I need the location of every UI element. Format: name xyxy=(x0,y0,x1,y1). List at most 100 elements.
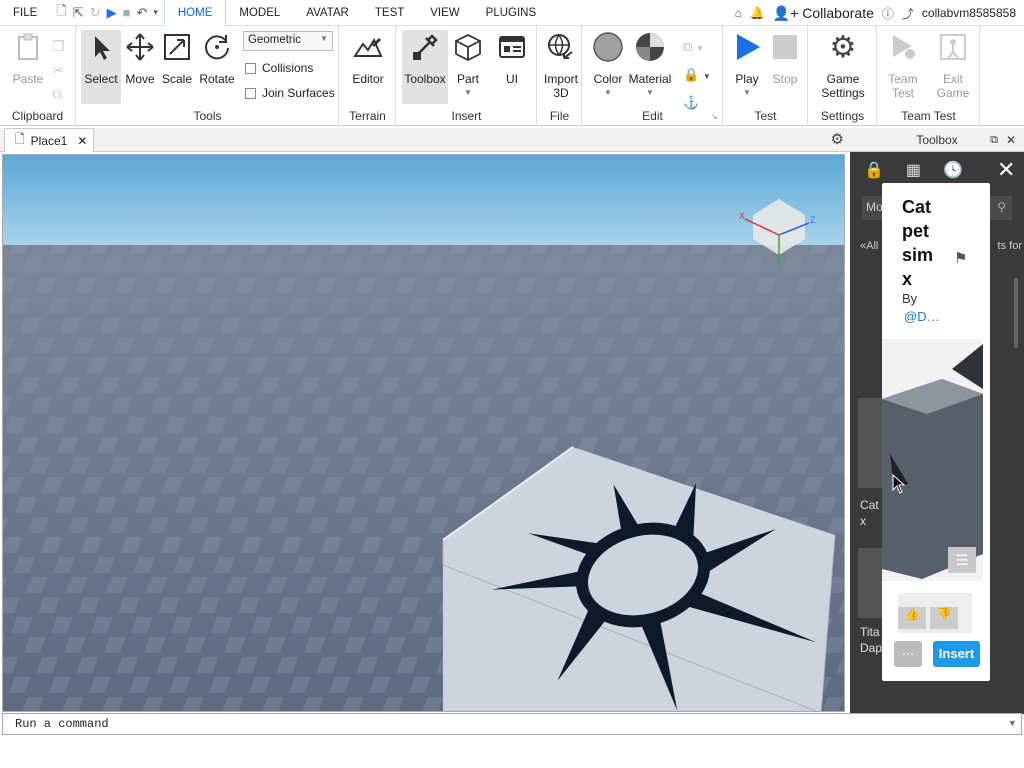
pop-out-icon[interactable]: ⧉ xyxy=(990,128,998,152)
search-icon[interactable]: ⚲ xyxy=(997,200,1006,214)
3d-viewport[interactable]: X Z xyxy=(2,154,845,712)
more-options-icon[interactable]: ⋯ xyxy=(894,641,922,667)
cut-icon[interactable]: ✂ xyxy=(52,58,65,82)
stop-quick-icon[interactable]: ■ xyxy=(123,5,131,20)
paste-button[interactable]: Paste xyxy=(5,30,51,86)
rotate-label: Rotate xyxy=(199,72,235,86)
cat-model-image xyxy=(882,339,983,581)
report-flag-icon[interactable]: ⚑ xyxy=(954,249,967,267)
new-file-icon[interactable]: 🗋 xyxy=(56,2,66,24)
tab-test[interactable]: TEST xyxy=(362,0,417,26)
part-cube-icon xyxy=(445,30,491,64)
share-icon[interactable]: ⤴ xyxy=(902,5,914,22)
customize-icon[interactable]: ▾ xyxy=(153,7,158,18)
asset-title-line: Cat xyxy=(902,197,932,217)
play-quick-icon[interactable]: ▶ xyxy=(107,5,117,21)
tab-view[interactable]: VIEW xyxy=(417,0,472,26)
material-button[interactable]: Material ▼ xyxy=(627,30,673,97)
back-link[interactable]: «All xyxy=(860,240,878,252)
scrollbar[interactable] xyxy=(1014,278,1018,348)
document-tab-bar: 🗋 Place1 ✕ ⚙ xyxy=(0,128,850,152)
lock-icon[interactable]: 🔒 ▼ xyxy=(683,62,711,90)
quick-access-toolbar: 🗋 ⇱ ↻ ▶ ■ ↶ ▾ xyxy=(50,2,164,24)
command-bar-input[interactable]: Run a command ▼ xyxy=(2,713,1022,735)
chevron-down-icon[interactable]: ▼ xyxy=(724,88,770,97)
stop-icon xyxy=(762,30,808,64)
join-surfaces-checkbox[interactable] xyxy=(245,87,256,99)
tab-home[interactable]: HOME xyxy=(163,0,227,26)
asset-title: Cat pet sim x xyxy=(902,195,933,291)
chevron-down-icon: ▼ xyxy=(320,34,328,43)
group-icon[interactable]: ⧉ ▼ xyxy=(683,34,711,62)
insert-button[interactable]: Insert xyxy=(933,641,980,667)
tab-model[interactable]: MODEL xyxy=(226,0,293,26)
viewport-settings-icon[interactable]: ⚙ xyxy=(831,130,844,148)
ribbon-expand-icon[interactable]: ↘ xyxy=(711,112,718,121)
asset-thumbnail: ☰ xyxy=(882,339,983,581)
search-value: Mo xyxy=(866,200,883,214)
transform-mode-dropdown[interactable]: Geometric ▼ xyxy=(243,31,333,51)
inventory-icon[interactable]: 🔒 xyxy=(864,160,884,180)
author-link[interactable]: @D… xyxy=(904,309,940,324)
publish-icon[interactable]: ⇱ xyxy=(73,5,84,21)
toolbox-label: Toolbox xyxy=(404,72,446,86)
collaborate-icon: 👤+ xyxy=(772,4,803,21)
import-3d-button[interactable]: Import 3D xyxy=(538,30,584,100)
recent-clock-icon[interactable]: 🕓 xyxy=(943,160,963,180)
part-label: Part xyxy=(456,72,479,86)
team-test-button[interactable]: Team Test xyxy=(880,30,926,100)
tab-avatar[interactable]: AVATAR xyxy=(293,0,362,26)
game-settings-button[interactable]: ⚙ Game Settings xyxy=(820,30,866,101)
terrain-group: Editor Terrain xyxy=(340,26,396,126)
color-button[interactable]: Color ▼ xyxy=(585,30,631,97)
username[interactable]: collabvm8585858 xyxy=(922,6,1016,20)
tab-place1[interactable]: 🗋 Place1 ✕ xyxy=(4,128,94,152)
select-tool[interactable]: Select xyxy=(81,30,121,104)
dismiss-preview-icon[interactable]: ✕ xyxy=(997,157,1015,183)
exit-game-label-1: Exit xyxy=(942,72,963,86)
collisions-toggle[interactable]: Collisions xyxy=(245,61,313,75)
chevron-down-icon[interactable]: ▼ xyxy=(445,88,491,97)
ui-button[interactable]: UI xyxy=(489,30,535,86)
insert-group-label: Insert xyxy=(451,109,482,123)
join-surfaces-toggle[interactable]: Join Surfaces xyxy=(245,86,335,100)
tab-plugins[interactable]: PLUGINS xyxy=(473,0,550,26)
redo-icon[interactable]: ↻ xyxy=(90,5,101,21)
chevron-down-icon[interactable]: ▼ xyxy=(1010,714,1015,734)
exit-game-button[interactable]: Exit Game xyxy=(930,30,976,100)
svg-text:Z: Z xyxy=(810,215,816,225)
tab-place1-label: Place1 xyxy=(30,133,68,148)
home-icon[interactable]: ⌂ xyxy=(735,6,742,20)
duplicate-icon[interactable]: ⧉ xyxy=(52,82,65,106)
collisions-checkbox[interactable] xyxy=(245,62,256,74)
list-details-icon[interactable]: ☰ xyxy=(948,547,976,573)
terrain-editor-button[interactable]: Editor xyxy=(345,30,391,86)
chevron-down-icon[interactable]: ▼ xyxy=(627,88,673,97)
collaborate-button[interactable]: 👤+ Collaborate xyxy=(773,5,874,22)
undo-icon[interactable]: ↶ xyxy=(136,5,147,21)
ui-icon xyxy=(489,30,535,64)
stop-button[interactable]: Stop xyxy=(762,30,808,86)
help-icon[interactable]: ⓘ xyxy=(882,5,894,22)
asset-label-partial-2a: Tita xyxy=(860,625,880,639)
close-icon[interactable]: ✕ xyxy=(1006,128,1016,152)
insert-group: Toolbox Part ▼ UI Insert xyxy=(397,26,537,126)
file-menu[interactable]: FILE xyxy=(0,0,50,26)
marketplace-icon[interactable]: ▦ xyxy=(906,160,921,180)
notification-icon[interactable]: 🔔 xyxy=(750,6,765,20)
thumbs-down-icon[interactable]: 👎 xyxy=(930,607,958,629)
terrain-icon xyxy=(345,30,391,64)
part-button[interactable]: Part ▼ xyxy=(445,30,491,97)
chevron-down-icon[interactable]: ▼ xyxy=(585,88,631,97)
command-placeholder: Run a command xyxy=(15,717,109,731)
gear-icon: ⚙ xyxy=(829,30,857,64)
copy-icon[interactable]: ❐ xyxy=(52,34,65,58)
close-icon[interactable]: ✕ xyxy=(77,134,87,148)
import-3d-label: 3D xyxy=(553,86,569,100)
toolbox-button[interactable]: Toolbox xyxy=(402,30,448,104)
script-file-icon: 🗋 xyxy=(15,132,25,146)
exit-game-icon xyxy=(930,30,976,64)
thumbs-up-icon[interactable]: 👍 xyxy=(898,607,926,629)
asset-label-partial-1b: x xyxy=(860,514,866,528)
rotate-tool[interactable]: Rotate xyxy=(194,30,240,86)
